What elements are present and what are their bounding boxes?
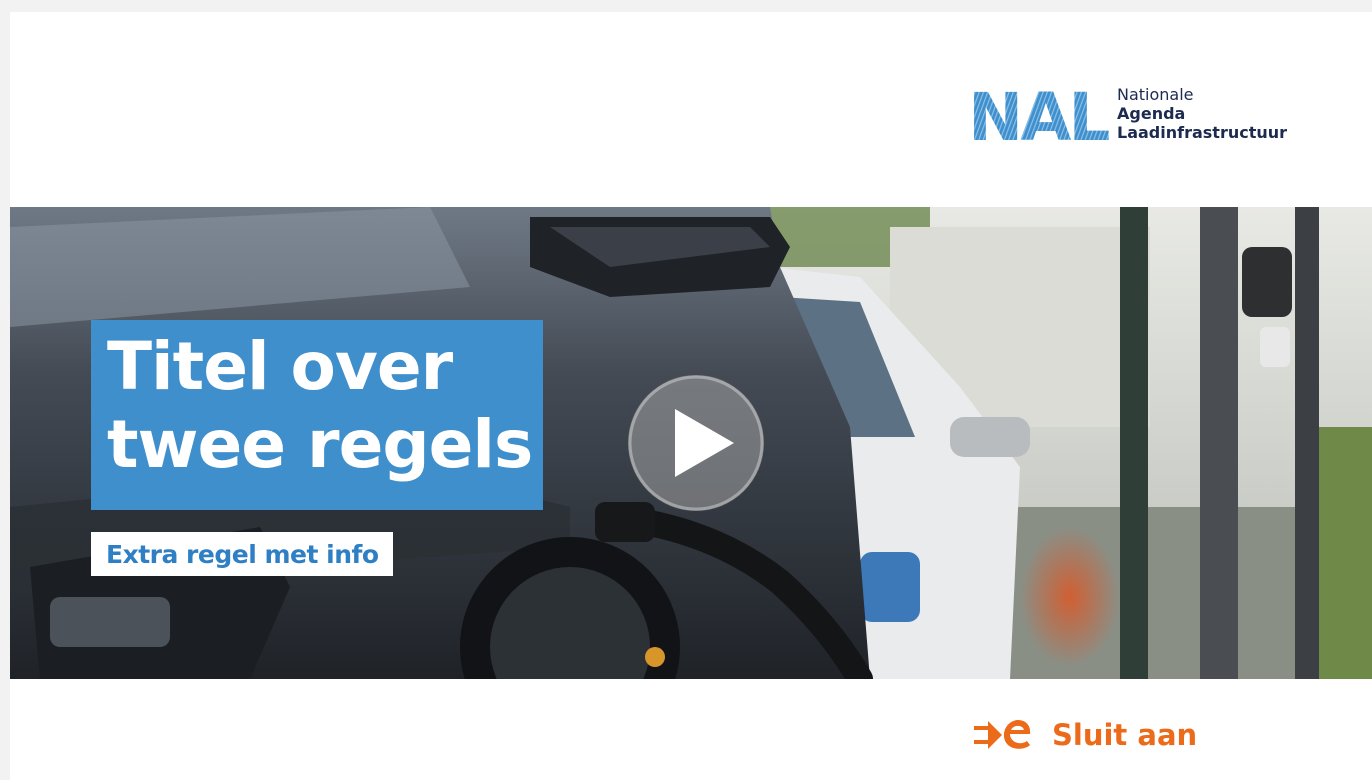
nal-logo[interactable]: NAL Nationale Agenda Laadinfrastructuur [968,85,1287,147]
nal-logo-mark: NAL [968,86,1112,146]
hero-subtitle-box: Extra regel met info [91,532,393,576]
logo-line-3: Laadinfrastructuur [1117,122,1288,142]
logo-wordmark: Nationale Agenda Laadinfrastructuur [1117,85,1287,142]
hero-title-box: Titel over twee regels [91,320,543,510]
sluit-aan-label: Sluit aan [1052,718,1198,752]
hero-subtitle: Extra regel met info [106,539,379,569]
sluit-aan-link[interactable]: Sluit aan [972,718,1197,752]
svg-text:NAL: NAL [968,86,1109,146]
hero-title-line-2: twee regels [107,406,533,483]
page-card: NAL Nationale Agenda Laadinfrastructuur [10,12,1372,780]
hero-title-line-1: Titel over [107,328,453,405]
play-icon [628,375,764,511]
logo-line-2: Agenda [1117,103,1186,123]
play-button[interactable] [628,375,764,511]
hero-video[interactable]: Titel over twee regels Extra regel met i… [10,207,1372,679]
plug-e-icon [974,720,1031,749]
logo-line-1: Nationale [1117,84,1194,104]
